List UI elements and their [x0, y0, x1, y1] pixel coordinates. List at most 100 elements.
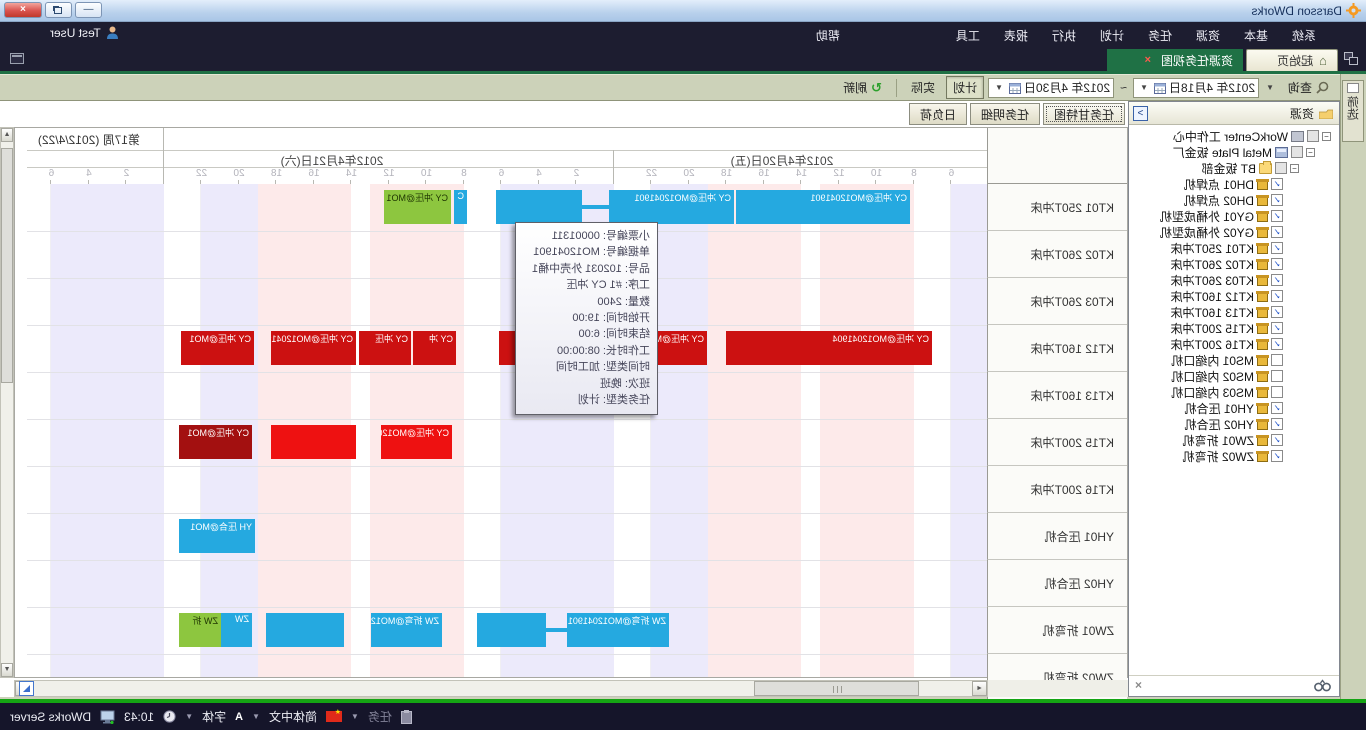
tree-expander-icon[interactable]: − — [1290, 164, 1299, 173]
menu-item-5[interactable]: 执行 — [1048, 27, 1080, 44]
resource-row-header-KT02[interactable]: KT02 260T冲床 — [987, 231, 1127, 278]
tree-checkbox[interactable] — [1307, 130, 1319, 142]
scroll-up-icon[interactable]: ▲ — [1, 128, 13, 142]
tree-checkbox[interactable]: ✓ — [1271, 450, 1283, 462]
vertical-scrollbar[interactable]: ▲ ▼ — [0, 127, 14, 678]
side-tab-filter[interactable]: 筛选 — [1342, 80, 1364, 142]
ime-mode-badge[interactable]: A — [235, 711, 243, 723]
tree-checkbox[interactable]: ✓ — [1271, 258, 1283, 270]
menu-item-6[interactable]: 报表 — [1000, 27, 1032, 44]
tree-item-KT03[interactable]: ✓KT03 260T冲床 — [1129, 272, 1339, 288]
task-bar[interactable]: ZW 折 — [179, 613, 221, 647]
task-bar[interactable]: ZW 折弯@MO12041901 — [371, 613, 442, 647]
vertical-scroll-thumb[interactable] — [1, 148, 13, 383]
tree-checkbox[interactable] — [1275, 162, 1287, 174]
plan-toggle-button[interactable]: 计划 — [946, 76, 984, 99]
task-bar[interactable]: C — [454, 190, 467, 224]
tree-item-MS01[interactable]: MS01 内缩口机 — [1129, 352, 1339, 368]
task-bar[interactable]: CY 冲压@MO12041901 — [609, 190, 734, 224]
resource-row-header-KT15[interactable]: KT15 200T冲床 — [987, 419, 1127, 466]
panel-collapse-button[interactable]: > — [1133, 106, 1148, 121]
view-tab-2[interactable]: 日负荷 — [909, 103, 967, 125]
tree-expander-icon[interactable]: − — [1306, 148, 1315, 157]
resource-row-header-YH01[interactable]: YH01 压合机 — [987, 513, 1127, 560]
resource-row-header-KT16[interactable]: KT16 200T冲床 — [987, 466, 1127, 513]
menu-item-7[interactable]: 工具 — [952, 27, 984, 44]
date-from-picker[interactable]: 2012年 4月18日 ▼ — [1133, 78, 1259, 98]
menu-item-4[interactable]: 计划 — [1096, 27, 1128, 44]
tab-resource-task-view[interactable]: 资源任务视图 × — [1107, 49, 1243, 71]
tree-item-GY02[interactable]: ✓GY02 外桶成型机 — [1129, 224, 1339, 240]
tree-checkbox[interactable]: ✓ — [1271, 178, 1283, 190]
close-button[interactable]: × — [4, 2, 42, 18]
tree-item-MS02[interactable]: MS02 内缩口机 — [1129, 368, 1339, 384]
tree-item-node[interactable]: −WorkCenter 工作中心 — [1129, 128, 1339, 144]
tab-start-page[interactable]: ⌂ 起始页 — [1246, 49, 1338, 71]
view-tab-0[interactable]: 任务甘特图 — [1043, 103, 1125, 125]
task-bar[interactable]: CY 冲压@MO1 — [181, 331, 254, 365]
tree-item-YH02[interactable]: ✓YH02 压合机 — [1129, 416, 1339, 432]
actual-toggle-button[interactable]: 实际 — [904, 76, 942, 99]
timeline-body[interactable]: CY 冲压@MO12041901CY 冲压@MO12041901CCY 冲压@M… — [27, 184, 987, 677]
tree-checkbox[interactable]: ✓ — [1271, 226, 1283, 238]
task-bar[interactable] — [266, 613, 344, 647]
tree-checkbox[interactable]: ✓ — [1271, 242, 1283, 254]
tree-checkbox[interactable]: ✓ — [1271, 418, 1283, 430]
tree-checkbox[interactable]: ✓ — [1271, 322, 1283, 334]
resource-row-header-KT12[interactable]: KT12 160T冲床 — [987, 325, 1127, 372]
view-tab-1[interactable]: 任务明细 — [970, 103, 1040, 125]
tree-item-KT12[interactable]: ✓KT12 160T冲床 — [1129, 288, 1339, 304]
task-bar[interactable]: CY 冲压@MO1 — [179, 425, 252, 459]
tree-item-ZW02[interactable]: ✓ZW02 折弯机 — [1129, 448, 1339, 464]
query-button[interactable]: 查询 — [1281, 76, 1336, 99]
tree-checkbox[interactable]: ✓ — [1271, 434, 1283, 446]
tree-checkbox[interactable]: ✓ — [1271, 290, 1283, 302]
task-bar[interactable]: CY 冲压@MO12041904 — [271, 331, 356, 365]
tree-item-GY01[interactable]: ✓GY01 外桶成型机 — [1129, 208, 1339, 224]
resource-row-header-KT01[interactable]: KT01 250T冲床 — [987, 184, 1127, 231]
tree-item-KT15[interactable]: ✓KT15 200T冲床 — [1129, 320, 1339, 336]
menu-item-2[interactable]: 资源 — [1192, 27, 1224, 44]
menu-item-1[interactable]: 基本 — [1240, 27, 1272, 44]
tree-item-KT01[interactable]: ✓KT01 250T冲床 — [1129, 240, 1339, 256]
tree-expander-icon[interactable]: − — [1322, 132, 1331, 141]
task-bar[interactable]: YH 压合@MO1 — [179, 519, 255, 553]
task-bar[interactable]: ZW — [221, 613, 252, 647]
tree-item-ZW01[interactable]: ✓ZW01 折弯机 — [1129, 432, 1339, 448]
tree-checkbox[interactable] — [1271, 370, 1283, 382]
tree-item-node[interactable]: −BT 钣金部 — [1129, 160, 1339, 176]
clear-filter-icon[interactable]: × — [1135, 678, 1142, 692]
pin-panel-icon[interactable] — [10, 53, 24, 64]
binoculars-search-icon[interactable] — [1314, 679, 1331, 692]
tree-checkbox[interactable] — [1271, 354, 1283, 366]
font-dropdown-icon[interactable]: ▼ — [185, 712, 193, 721]
horizontal-scroll-thumb[interactable] — [754, 681, 919, 696]
tree-item-DH02[interactable]: ✓DH02 点焊机 — [1129, 192, 1339, 208]
resource-row-header-KT03[interactable]: KT03 260T冲床 — [987, 278, 1127, 325]
tree-checkbox[interactable]: ✓ — [1271, 338, 1283, 350]
scroll-to-task-icon[interactable] — [19, 681, 34, 696]
tree-item-KT13[interactable]: ✓KT13 160T冲床 — [1129, 304, 1339, 320]
window-stack-icon[interactable] — [1344, 52, 1358, 65]
query-dropdown-icon[interactable]: ▼ — [1263, 83, 1277, 92]
scroll-down-icon[interactable]: ▼ — [1, 663, 13, 677]
menu-item-3[interactable]: 任务 — [1144, 27, 1176, 44]
task-bar[interactable]: CY 冲压@MO1 — [384, 190, 451, 224]
tree-checkbox[interactable]: ✓ — [1271, 402, 1283, 414]
menu-item-8[interactable]: 帮助 — [812, 27, 844, 44]
horizontal-scrollbar[interactable]: ◄ ► — [14, 680, 988, 697]
tree-item-DH01[interactable]: ✓DH01 点焊机 — [1129, 176, 1339, 192]
tree-item-node[interactable]: −Metal Plate 钣金厂 — [1129, 144, 1339, 160]
tree-item-MS03[interactable]: MS03 内缩口机 — [1129, 384, 1339, 400]
tree-checkbox[interactable]: ✓ — [1271, 274, 1283, 286]
task-bar[interactable] — [477, 613, 546, 647]
tree-item-YH01[interactable]: ✓YH01 压合机 — [1129, 400, 1339, 416]
refresh-button[interactable]: ↻ 刷新 — [836, 76, 889, 99]
minimize-button[interactable]: — — [75, 2, 102, 18]
tab-close-icon[interactable]: × — [1145, 54, 1151, 66]
scroll-left-icon[interactable]: ◄ — [972, 681, 987, 696]
language-dropdown-icon[interactable]: ▼ — [252, 712, 260, 721]
task-bar[interactable] — [271, 425, 356, 459]
resource-row-header-YH02[interactable]: YH02 压合机 — [987, 560, 1127, 607]
tree-checkbox[interactable] — [1291, 146, 1303, 158]
